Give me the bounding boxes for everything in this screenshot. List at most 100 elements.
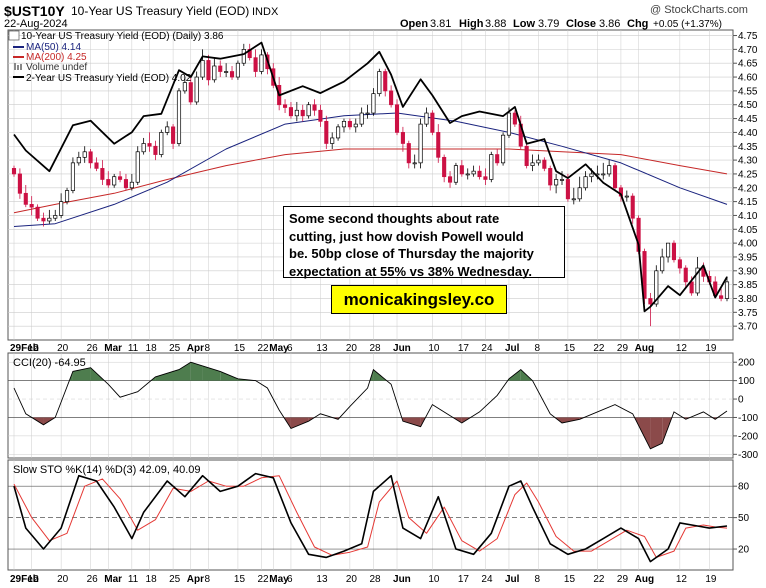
- x-tick-label: Apr: [187, 574, 204, 585]
- x-axis-main: 29Feb12 20 26 Mar 11 18 25 Apr 8 15 22 May6 13 20 28 Ju…: [10, 343, 717, 354]
- y-tick-label: 4.60: [738, 73, 758, 84]
- x-tick-label: Jun: [393, 343, 411, 354]
- annotation-note-line: expectation at 55% vs 38% Wednesday.: [289, 263, 533, 279]
- x-tick-label: 28: [369, 343, 381, 354]
- candle-body: [389, 90, 394, 106]
- candle-body: [607, 165, 612, 175]
- candle-body: [495, 154, 500, 164]
- x-tick-label: 22: [257, 343, 269, 354]
- exchange-label: INDX: [252, 6, 279, 18]
- candle-body: [524, 145, 529, 166]
- x-tick-label: 20: [346, 574, 358, 585]
- candle-body: [394, 104, 400, 133]
- candle-body: [577, 187, 582, 200]
- candle-body: [536, 159, 541, 164]
- x-tick-label: 6: [287, 574, 293, 585]
- y-tick-label: 3.70: [738, 322, 758, 333]
- candle-body: [11, 168, 17, 175]
- candle-body: [70, 162, 75, 191]
- candle-body: [159, 132, 164, 155]
- chart-name-label: 10-Year US Treasury Yield (EOD): [71, 4, 249, 18]
- y-tick-label: 4.35: [738, 142, 758, 153]
- y-tick-label: 3.90: [738, 266, 758, 277]
- x-tick-label: Apr: [187, 343, 204, 354]
- candle-body: [306, 104, 311, 117]
- candle-body: [35, 206, 40, 219]
- candle-body: [724, 281, 730, 299]
- x-tick-label: Jul: [505, 574, 520, 585]
- y-tick-label: 4.25: [738, 169, 758, 180]
- candle-body: [288, 107, 294, 117]
- x-tick-label: 8: [204, 343, 210, 354]
- candle-body: [624, 195, 629, 198]
- x-tick-label: 11: [128, 574, 139, 585]
- x-tick-label: 11: [128, 343, 139, 354]
- open-label: Open: [400, 18, 428, 30]
- y-tick-label: 100: [738, 376, 755, 387]
- y-tick-label: -100: [738, 413, 758, 424]
- candle-body: [259, 54, 264, 72]
- symbol-label: $UST10Y: [4, 3, 65, 19]
- x-tick-label: 17: [458, 574, 470, 585]
- candle-body: [206, 60, 211, 81]
- candle-body: [94, 162, 99, 169]
- candle-body: [123, 179, 129, 189]
- x-tick-label: 28: [369, 574, 381, 585]
- candle-body: [194, 76, 199, 103]
- x-tick-label: 25: [169, 574, 181, 585]
- candle-body: [129, 181, 134, 189]
- sto-title: Slow STO %K(14) %D(3) 42.09, 40.09: [13, 464, 201, 476]
- candle-body: [471, 170, 476, 175]
- candle-body: [112, 176, 117, 186]
- candle-body: [76, 156, 81, 164]
- candle-body: [235, 62, 240, 78]
- candle-body: [383, 71, 388, 92]
- y-tick-label: 4.40: [738, 128, 758, 139]
- high-value: 3.88: [485, 18, 506, 30]
- candle-body: [218, 65, 223, 72]
- x-tick-label: 12: [28, 343, 40, 354]
- candle-body: [412, 162, 417, 165]
- cci-panel: 200 100 0 -100 -200 -300 CCI(20) -64.95: [7, 352, 758, 461]
- candle-body: [324, 120, 329, 144]
- candle-body: [660, 256, 665, 272]
- legend-2y: 2-Year US Treasury Yield (EOD) 4.02: [26, 73, 192, 84]
- x-tick-label: 18: [146, 574, 158, 585]
- candle-body: [689, 281, 694, 294]
- candle-body: [612, 165, 618, 189]
- candle-body: [171, 126, 176, 144]
- x-tick-label: 13: [316, 343, 328, 354]
- candle-body: [29, 204, 34, 208]
- y-tick-label: 4.05: [738, 225, 758, 236]
- chg-value: +0.05 (+1.37%): [653, 19, 722, 30]
- candle-body: [341, 120, 347, 128]
- candle-body: [459, 165, 464, 175]
- y-tick-label: 4.65: [738, 59, 758, 70]
- candle-body: [436, 132, 441, 158]
- candle-body: [330, 137, 335, 144]
- candle-body: [253, 57, 258, 72]
- close-value: 3.86: [599, 18, 620, 30]
- x-tick-label: 15: [564, 574, 576, 585]
- x-tick-label: 26: [87, 574, 99, 585]
- candle-body: [677, 259, 682, 269]
- candle-body: [477, 170, 482, 178]
- candle-body: [601, 173, 606, 176]
- candle-body: [165, 126, 170, 133]
- candle-body: [41, 217, 46, 222]
- x-tick-label: 19: [705, 574, 717, 585]
- candle-body: [47, 217, 52, 222]
- y-tick-label: 20: [738, 545, 750, 556]
- annotation-note-line: Some second thoughts about rate: [289, 211, 500, 226]
- x-tick-label: Mar: [104, 574, 122, 585]
- candle-body: [406, 143, 411, 164]
- candle-body: [554, 179, 559, 186]
- y-tick-label: 50: [738, 513, 750, 524]
- brand-label: monicakingsley.co: [331, 285, 507, 314]
- x-tick-label: 17: [458, 343, 470, 354]
- x-tick-label: 12: [676, 343, 688, 354]
- x-tick-label: 8: [204, 574, 210, 585]
- candle-body: [371, 93, 376, 114]
- y-tick-label: 4.30: [738, 156, 758, 167]
- x-tick-label: Jun: [393, 574, 411, 585]
